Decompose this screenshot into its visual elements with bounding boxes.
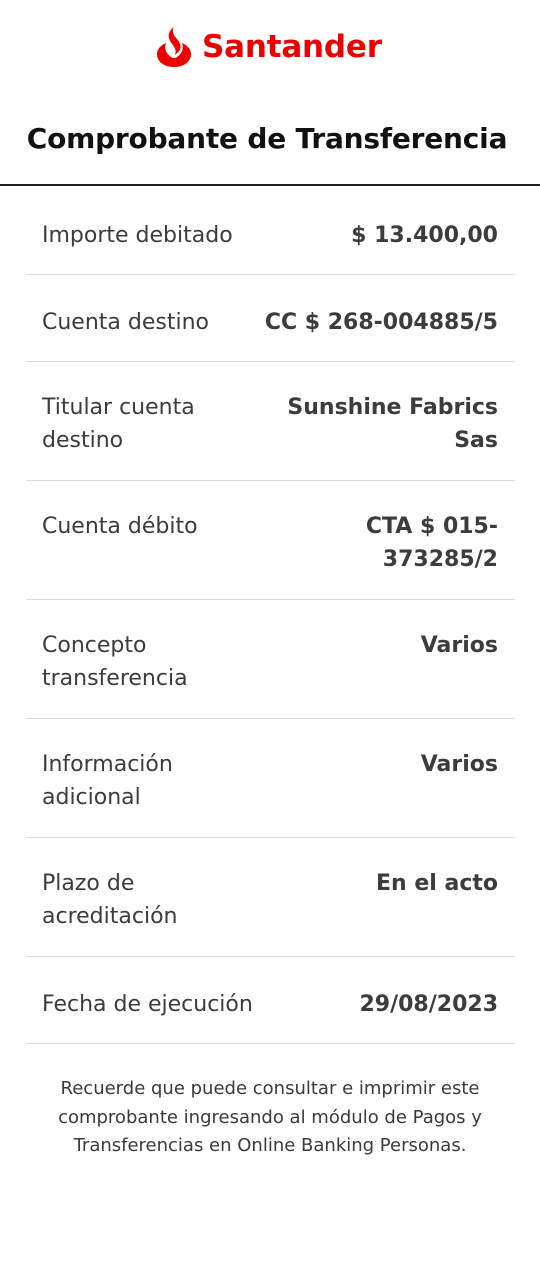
detail-value: En el acto xyxy=(376,871,498,896)
detail-row-plazo: Plazo de acreditación En el acto xyxy=(26,838,515,957)
santander-logo: Santander xyxy=(156,24,382,70)
detail-row-concepto: Concepto transferencia Varios xyxy=(26,600,515,719)
detail-label: Información adicional xyxy=(42,752,173,810)
detail-value: CTA $ 015-373285/2 xyxy=(365,514,498,572)
brand-name: Santander xyxy=(202,28,382,65)
detail-value: Varios xyxy=(420,752,498,777)
detail-label: Plazo de acreditación xyxy=(42,871,178,929)
detail-row-cuenta-destino: Cuenta destino CC $ 268-004885/5 xyxy=(26,275,515,362)
detail-row-fecha: Fecha de ejecución 29/08/2023 xyxy=(26,957,515,1044)
detail-row-titular: Titular cuenta destino Sunshine Fabrics … xyxy=(26,362,515,481)
detail-label: Titular cuenta destino xyxy=(42,395,195,453)
detail-label: Concepto transferencia xyxy=(42,633,188,691)
detail-value: Varios xyxy=(420,633,498,658)
santander-flame-icon xyxy=(157,27,191,67)
detail-value: CC $ 268-004885/5 xyxy=(264,310,498,335)
detail-row-informacion: Información adicional Varios xyxy=(26,719,515,838)
transfer-details: Importe debitado $ 13.400,00 Cuenta dest… xyxy=(26,188,515,1044)
detail-value: $ 13.400,00 xyxy=(351,223,498,248)
detail-label: Cuenta débito xyxy=(42,514,198,539)
detail-label: Fecha de ejecución xyxy=(42,992,253,1017)
detail-label: Cuenta destino xyxy=(42,310,209,335)
page-title: Comprobante de Transferencia xyxy=(26,122,508,155)
detail-value: 29/08/2023 xyxy=(359,992,498,1017)
detail-row-importe: Importe debitado $ 13.400,00 xyxy=(26,188,515,275)
receipt-header: Santander Comprobante de Transferencia xyxy=(0,0,540,186)
detail-label: Importe debitado xyxy=(42,223,233,248)
detail-value: Sunshine Fabrics Sas xyxy=(287,395,498,453)
detail-row-cuenta-debito: Cuenta débito CTA $ 015-373285/2 xyxy=(26,481,515,600)
footer-note: Recuerde que puede consultar e imprimir … xyxy=(58,1078,482,1156)
